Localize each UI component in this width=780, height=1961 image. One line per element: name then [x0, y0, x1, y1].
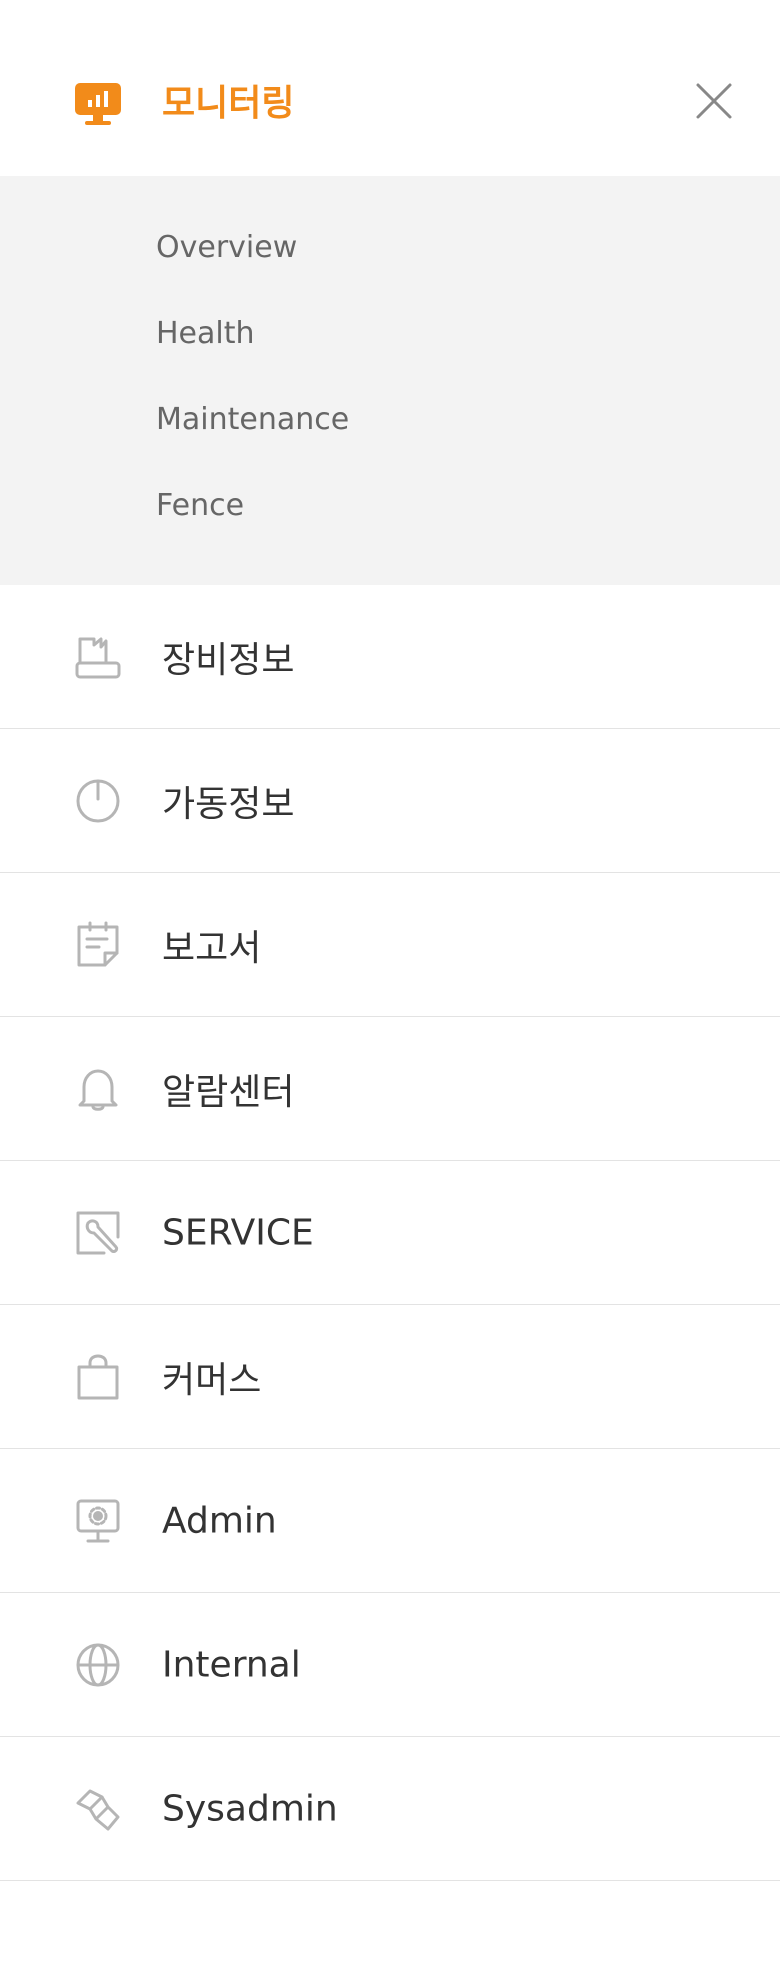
service-tool-icon [74, 1209, 122, 1257]
menu-label-operation: 가동정보 [162, 783, 295, 825]
menu-item-sysadmin[interactable]: Sysadmin [0, 1737, 780, 1881]
submenu-item-overview[interactable]: Overview [156, 228, 297, 268]
menu-label-service: SERVICE [162, 1212, 314, 1253]
menu-label-commerce: 커머스 [162, 1359, 262, 1401]
report-icon [74, 921, 122, 969]
main-menu: 장비정보 가동정보 보고서 알람센터 SERVICE 커머스 Admin Int… [0, 585, 780, 1881]
menu-label-sysadmin: Sysadmin [162, 1788, 338, 1829]
monitoring-submenu: Overview Health Maintenance Fence [0, 176, 780, 585]
close-button[interactable] [692, 79, 736, 123]
close-icon [692, 79, 736, 123]
menu-label-internal: Internal [162, 1644, 301, 1685]
menu-item-internal[interactable]: Internal [0, 1593, 780, 1737]
menu-item-operation[interactable]: 가동정보 [0, 729, 780, 873]
menu-item-equipment[interactable]: 장비정보 [0, 585, 780, 729]
equipment-icon [74, 633, 122, 681]
navigation-drawer: 모니터링 Overview Health Maintenance Fence 장… [0, 0, 780, 1961]
globe-icon [74, 1641, 122, 1689]
menu-item-admin[interactable]: Admin [0, 1449, 780, 1593]
drawer-title[interactable]: 모니터링 [162, 76, 294, 132]
sysadmin-icon [74, 1785, 122, 1833]
submenu-item-health[interactable]: Health [156, 314, 255, 354]
submenu-item-maintenance[interactable]: Maintenance [156, 400, 349, 440]
menu-item-service[interactable]: SERVICE [0, 1161, 780, 1305]
menu-label-report: 보고서 [162, 927, 262, 969]
bell-icon [74, 1065, 122, 1113]
monitoring-chart-icon [75, 81, 121, 127]
menu-item-commerce[interactable]: 커머스 [0, 1305, 780, 1449]
menu-item-alarm-center[interactable]: 알람센터 [0, 1017, 780, 1161]
admin-monitor-icon [74, 1497, 122, 1545]
menu-label-alarm-center: 알람센터 [162, 1071, 295, 1113]
submenu-item-fence[interactable]: Fence [156, 486, 244, 526]
menu-item-report[interactable]: 보고서 [0, 873, 780, 1017]
menu-label-equipment: 장비정보 [162, 639, 295, 681]
power-icon [74, 777, 122, 825]
shopping-bag-icon [74, 1353, 122, 1401]
drawer-header: 모니터링 [0, 0, 780, 176]
menu-label-admin: Admin [162, 1500, 277, 1541]
